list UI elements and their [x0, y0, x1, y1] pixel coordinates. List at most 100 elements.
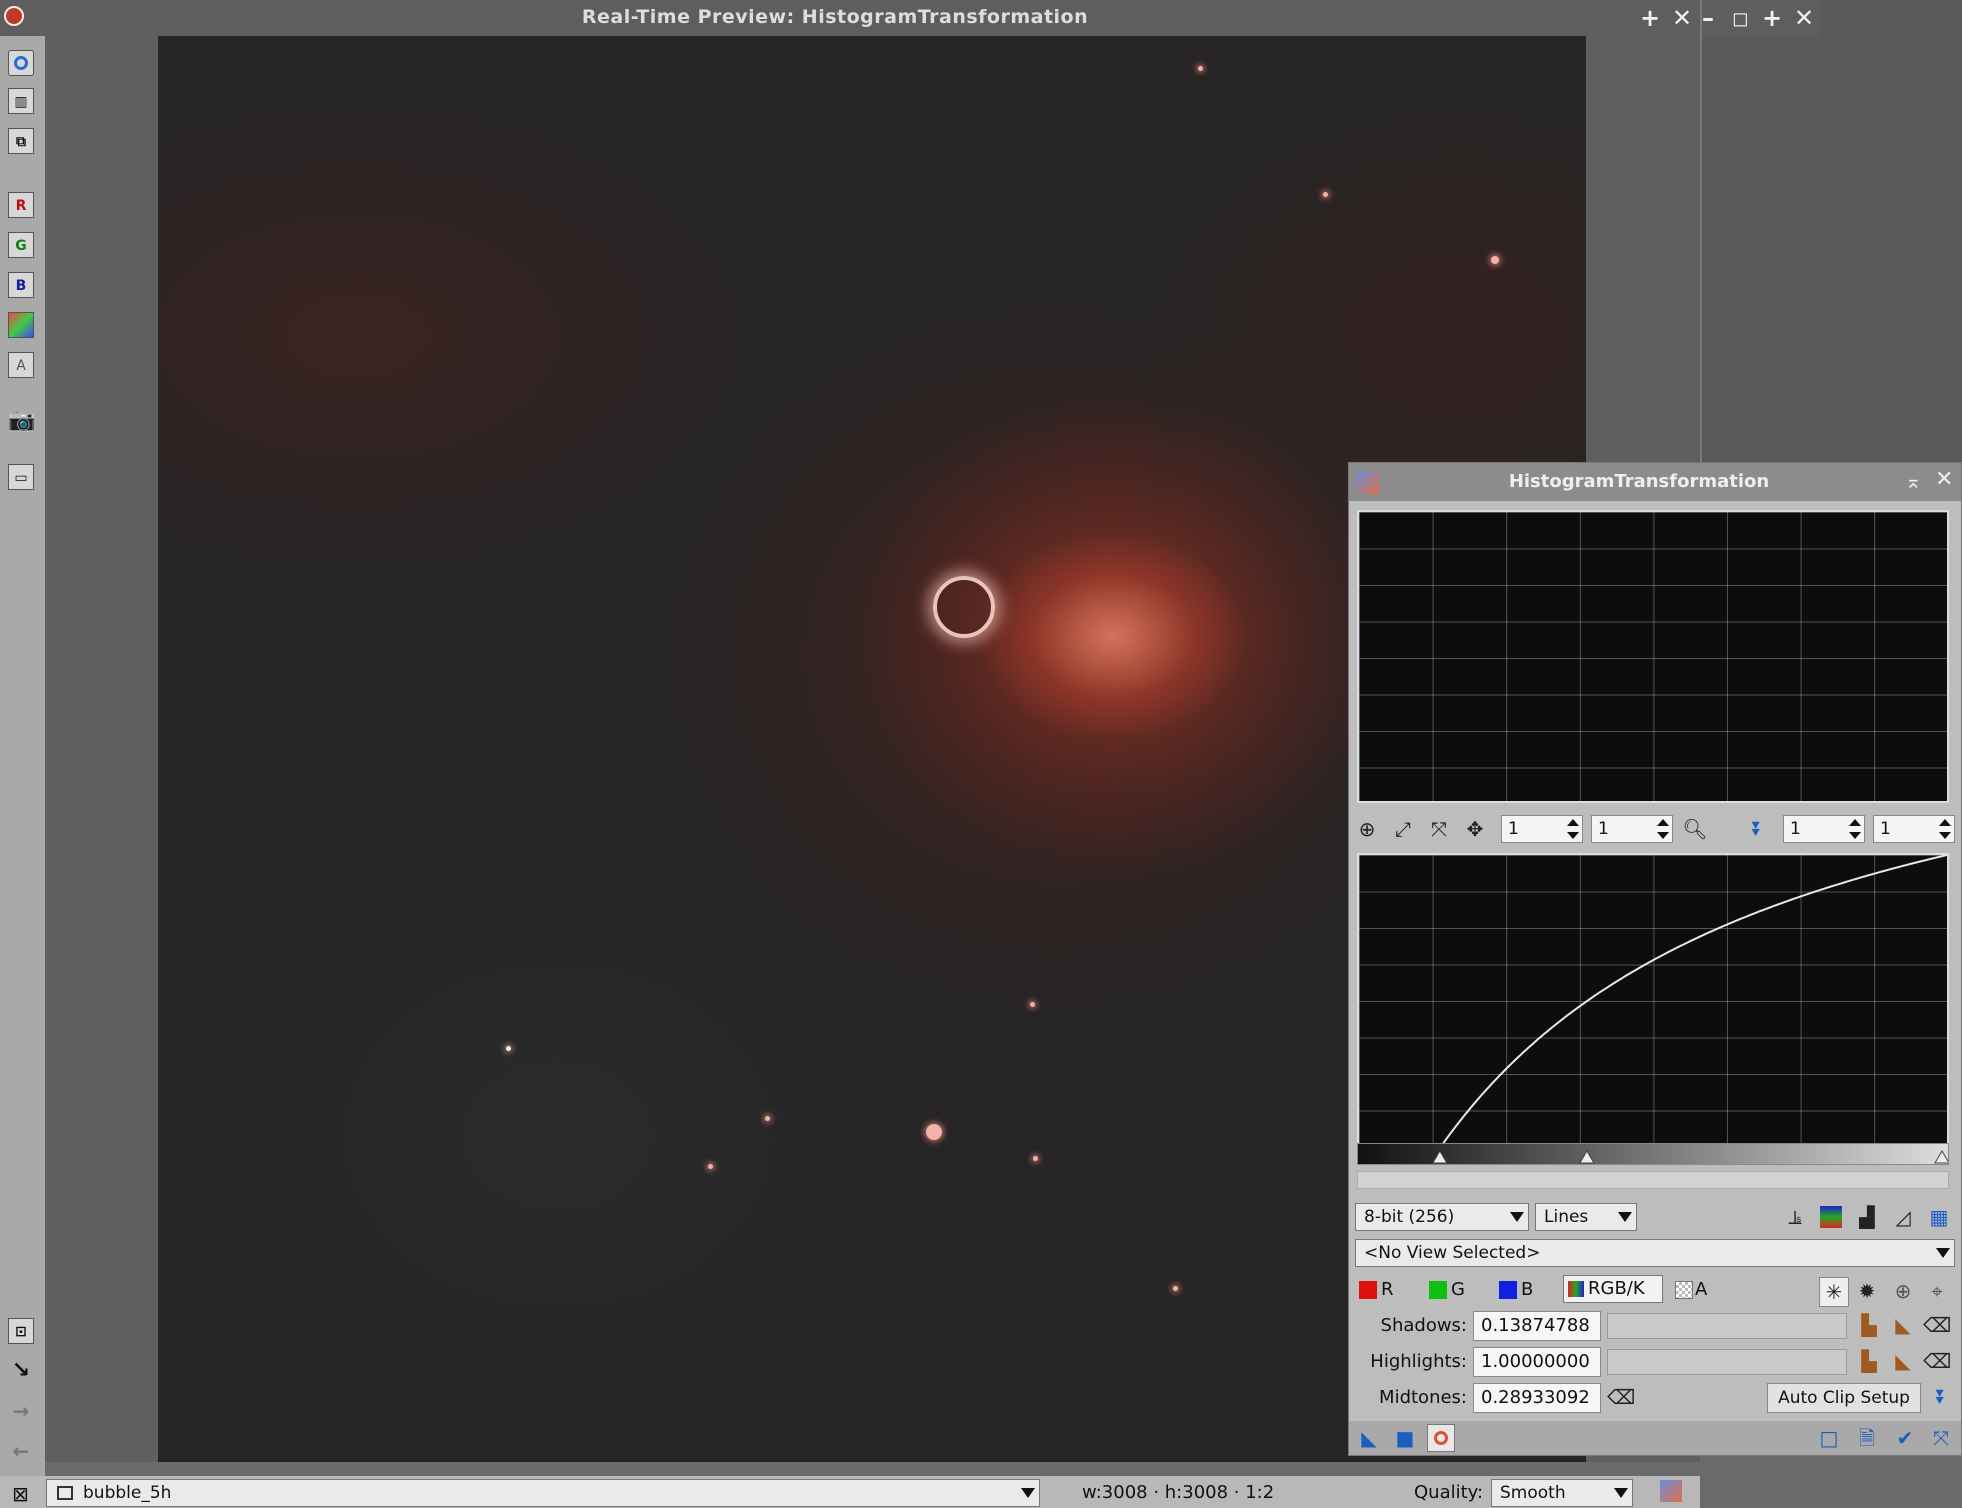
rgbk-channel-button[interactable]: RGB/K	[1563, 1275, 1663, 1303]
window-icon[interactable]: ▭	[8, 464, 34, 490]
back-icon[interactable]: ←	[8, 1438, 34, 1464]
highlights-slider[interactable]	[1607, 1349, 1847, 1375]
close-panel-icon[interactable]: ✕	[1935, 467, 1953, 492]
histogram-graph-icon[interactable]: ▟	[1853, 1203, 1881, 1231]
highlights-input[interactable]: 1.00000000	[1473, 1347, 1601, 1377]
reset-shadows-icon[interactable]: ⌫	[1923, 1311, 1951, 1339]
maximize-icon[interactable]: ◻	[1732, 4, 1749, 32]
image-dimensions: w:3008 · h:3008 · 1:2	[1082, 1482, 1275, 1503]
pin-icon[interactable]: +	[1762, 4, 1782, 32]
red-channel-checkbox[interactable]	[1359, 1281, 1377, 1299]
apply-icon[interactable]: ✔	[1891, 1424, 1919, 1452]
panel-header: HistogramTransformation ⌅ ✕	[1349, 463, 1961, 501]
green-channel-icon[interactable]: G	[8, 232, 34, 258]
bubble-nebula-star	[933, 576, 995, 638]
resolution-select[interactable]: 8-bit (256)	[1355, 1203, 1529, 1231]
minimize-icon[interactable]: –	[1702, 4, 1714, 32]
quality-select[interactable]: Smooth	[1491, 1479, 1633, 1507]
compare-view-icon[interactable]: ⧉	[8, 128, 34, 154]
crosshair-icon[interactable]: ⊕	[1889, 1277, 1917, 1305]
resolution-value: 8-bit (256)	[1364, 1207, 1455, 1227]
target-icon[interactable]: ⌖	[1923, 1277, 1951, 1305]
rgb-swatch-icon	[1568, 1281, 1584, 1297]
camera-icon[interactable]: 📷	[8, 408, 35, 434]
alpha-channel-icon[interactable]: A	[8, 352, 34, 378]
fit-view-icon[interactable]: ⊡	[8, 1318, 34, 1344]
shade-icon[interactable]: ⌅	[1905, 469, 1922, 493]
red-channel-icon[interactable]: R	[8, 192, 34, 218]
histogram-transformation-panel: HistogramTransformation ⌅ ✕ ⊕ ⤢ ⤧ ✥ 1 1 …	[1348, 462, 1962, 1456]
preview-icon[interactable]: □	[1815, 1424, 1843, 1452]
preview-mode-icon[interactable]	[8, 50, 34, 76]
zoom-in-icon[interactable]: ⊕	[1353, 815, 1381, 843]
zoom-value: 1	[1598, 819, 1609, 839]
split-view-icon[interactable]: ▥	[8, 88, 34, 114]
horizontal-zoom-stepper[interactable]: 1	[1501, 815, 1583, 843]
alpha-channel-checkbox[interactable]	[1675, 1281, 1693, 1299]
magnifier-icon[interactable]: 🔍︎	[1681, 815, 1709, 843]
auto-zero-highlights-icon[interactable]: ✹	[1853, 1277, 1881, 1305]
reject-count-icon[interactable]: ⫡	[1781, 1203, 1809, 1231]
shadows-input[interactable]: 0.13874788	[1473, 1311, 1601, 1341]
target-view-value: <No View Selected>	[1364, 1243, 1541, 1263]
real-time-preview-button[interactable]	[1427, 1424, 1455, 1452]
quality-value: Smooth	[1500, 1483, 1566, 1503]
forward-icon[interactable]: →	[8, 1398, 34, 1424]
close-icon[interactable]: ✕	[1794, 4, 1814, 32]
output-histogram[interactable]	[1357, 853, 1949, 1149]
target-view-select[interactable]: <No View Selected>	[1355, 1239, 1955, 1267]
slider-markers	[1431, 1150, 1948, 1164]
midtones-label: Midtones:	[1379, 1387, 1467, 1408]
reset-midtones-icon[interactable]: ⌫	[1607, 1383, 1635, 1411]
rgb-histogram-icon[interactable]	[1820, 1206, 1842, 1228]
shadows-clip-icon[interactable]: ▙	[1855, 1311, 1883, 1339]
vertical-zoom-stepper-2[interactable]: 1	[1873, 815, 1955, 843]
browse-documentation-icon[interactable]: 🗎︎	[1853, 1424, 1881, 1452]
green-channel-checkbox[interactable]	[1429, 1281, 1447, 1299]
view-selector[interactable]: bubble_5h	[46, 1479, 1040, 1507]
clipping-slider-bar[interactable]	[1357, 1143, 1949, 1165]
graph-style-value: Lines	[1544, 1207, 1589, 1227]
midtones-marker[interactable]	[1579, 1150, 1595, 1164]
grid-icon[interactable]: ▦	[1925, 1203, 1953, 1231]
blue-channel-checkbox[interactable]	[1499, 1281, 1517, 1299]
histogram-scrollbar[interactable]	[1357, 1171, 1949, 1189]
rgbk-label: RGB/K	[1588, 1278, 1645, 1299]
midtones-value: 0.28933092	[1481, 1387, 1590, 1408]
reset-zoom-icon[interactable]: ⤧	[1425, 815, 1453, 843]
red-channel-label: R	[1381, 1279, 1394, 1300]
fit-zoom-icon[interactable]: ⤢	[1389, 815, 1417, 843]
rgb-channel-icon[interactable]	[8, 312, 34, 338]
fit-window-icon[interactable]: ⊠	[12, 1482, 29, 1506]
close-preview-icon[interactable]: ✕	[1672, 4, 1692, 32]
input-histogram[interactable]	[1357, 510, 1949, 803]
reset-highlights-icon[interactable]: ⌫	[1923, 1347, 1951, 1375]
reset-icon[interactable]: ⤧	[1927, 1424, 1955, 1452]
auto-zero-shadows-icon[interactable]: ✳	[1819, 1277, 1849, 1307]
chevron-down-icon	[1614, 1488, 1628, 1498]
shadows-auto-icon[interactable]: ◣	[1889, 1311, 1917, 1339]
shadows-slider[interactable]	[1607, 1313, 1847, 1339]
new-instance-icon[interactable]: ◣	[1355, 1424, 1383, 1452]
double-chevron-down-icon[interactable]: ⏬︎	[1927, 1383, 1955, 1411]
apply-global-icon[interactable]: ■	[1391, 1424, 1419, 1452]
highlights-marker[interactable]	[1934, 1150, 1948, 1164]
horizontal-zoom-stepper-2[interactable]: 1	[1783, 815, 1865, 843]
curve-graph-icon[interactable]: ◿	[1889, 1203, 1917, 1231]
zoom-value: 1	[1790, 819, 1801, 839]
highlights-auto-icon[interactable]: ◣	[1889, 1347, 1917, 1375]
graph-style-select[interactable]: Lines	[1535, 1203, 1637, 1231]
pin-icon[interactable]: +	[1640, 4, 1660, 32]
zoom-fit-arrow-icon[interactable]: ↘	[8, 1358, 34, 1384]
pan-icon[interactable]: ✥	[1461, 815, 1489, 843]
quality-label: Quality:	[1414, 1482, 1484, 1503]
highlights-clip-icon[interactable]: ▙	[1855, 1347, 1883, 1375]
vertical-zoom-stepper[interactable]: 1	[1591, 815, 1673, 843]
midtones-input[interactable]: 0.28933092	[1473, 1383, 1601, 1413]
histogram-process-icon[interactable]	[1660, 1480, 1682, 1502]
shadows-marker[interactable]	[1431, 1150, 1448, 1164]
double-chevron-down-icon[interactable]: ⏬︎	[1743, 815, 1771, 843]
shadows-label: Shadows:	[1380, 1315, 1467, 1336]
auto-clip-setup-button[interactable]: Auto Clip Setup	[1767, 1383, 1921, 1413]
blue-channel-icon[interactable]: B	[8, 272, 34, 298]
